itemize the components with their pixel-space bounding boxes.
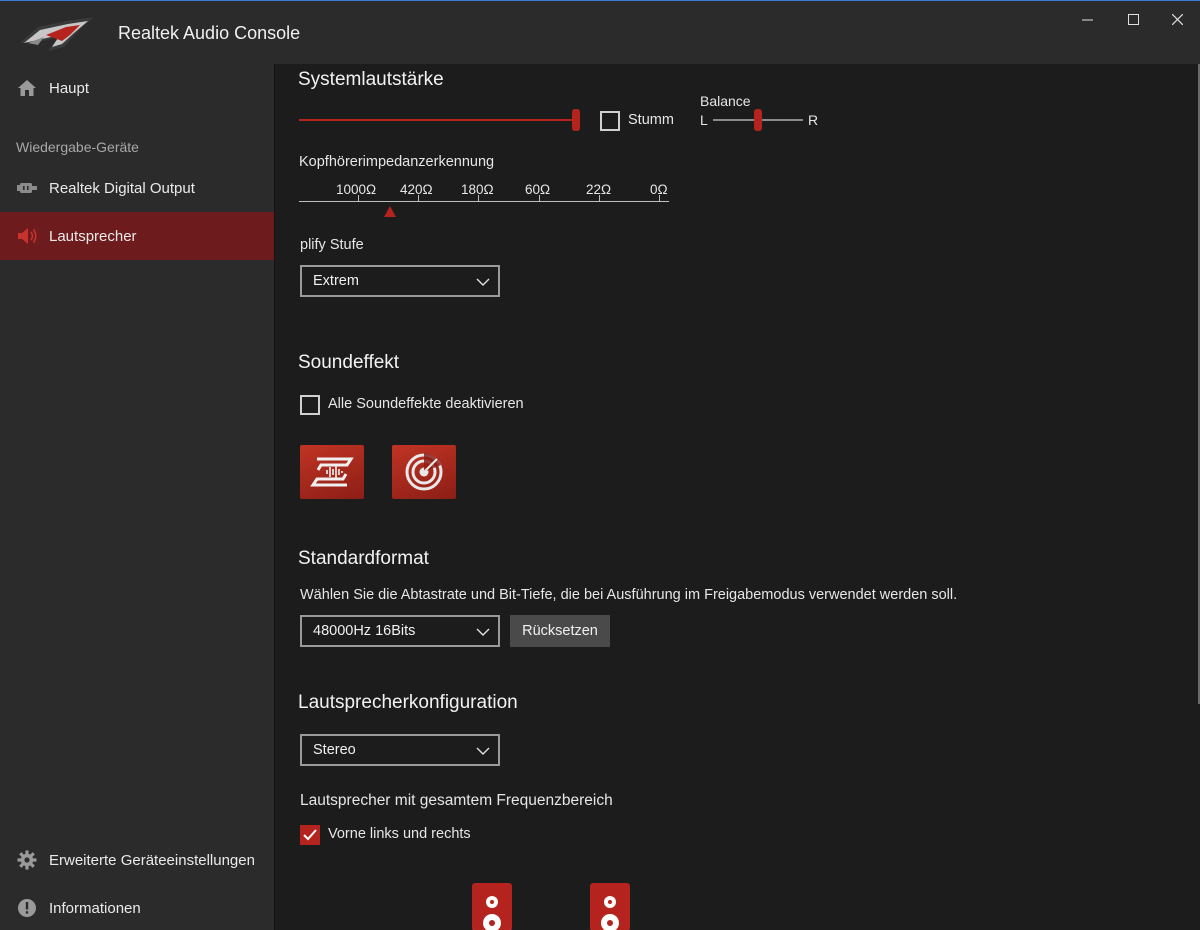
impedance-tick (659, 195, 660, 202)
impedance-tick (358, 195, 359, 202)
minimize-icon (1081, 19, 1093, 20)
balance-slider-thumb[interactable] (754, 109, 762, 131)
balance-right-label: R (808, 112, 819, 128)
sonic-radar-button[interactable] (392, 445, 456, 499)
impedance-ruler (299, 201, 669, 202)
home-icon (16, 77, 38, 99)
impedance-tick (599, 195, 600, 202)
impedance-marker-icon (384, 206, 396, 217)
volume-slider[interactable] (299, 119, 577, 121)
section-heading-playback-devices: Wiedergabe-Geräte (16, 139, 139, 155)
reset-button[interactable]: Rücksetzen (510, 615, 610, 647)
sidebar-item-speaker[interactable]: Lautsprecher (0, 212, 274, 260)
loudspeaker-icon (601, 896, 619, 930)
info-icon (16, 897, 38, 919)
close-button[interactable] (1154, 5, 1200, 33)
loudspeaker-icon (483, 896, 501, 930)
gear-icon (16, 849, 38, 871)
sidebar-item-label: Erweiterte Geräteeinstellungen (49, 851, 255, 869)
chevron-down-icon (476, 278, 490, 286)
minimize-button[interactable] (1064, 5, 1110, 33)
sidebar: Haupt Wiedergabe-Geräte Realtek Digital … (0, 64, 274, 930)
volume-heading: Systemlautstärke (298, 69, 444, 90)
amplify-label: plify Stufe (300, 237, 364, 253)
impedance-tick-label: 420Ω (400, 182, 433, 197)
sonic-studio-icon (310, 457, 354, 487)
disable-effects-checkbox[interactable] (300, 395, 320, 415)
mute-checkbox[interactable] (600, 111, 620, 131)
format-dropdown-value: 48000Hz 16Bits (313, 623, 416, 639)
speaker-config-dropdown[interactable]: Stereo (300, 734, 500, 766)
mute-label: Stumm (628, 112, 674, 128)
speaker-config-dropdown-value: Stereo (313, 742, 356, 758)
sidebar-item-label: Haupt (49, 79, 90, 97)
impedance-tick-label: 60Ω (525, 182, 551, 197)
format-dropdown[interactable]: 48000Hz 16Bits (300, 615, 500, 647)
sidebar-item-advanced-settings[interactable]: Erweiterte Geräteeinstellungen (0, 836, 274, 884)
impedance-tick (539, 195, 540, 202)
volume-slider-thumb[interactable] (572, 109, 580, 131)
sidebar-item-home[interactable]: Haupt (0, 64, 274, 112)
sonic-radar-icon (405, 453, 443, 491)
format-description: Wählen Sie die Abtastrate und Bit-Tiefe,… (300, 587, 958, 603)
impedance-tick (478, 195, 479, 202)
close-icon (1171, 13, 1183, 25)
front-left-right-label: Vorne links und rechts (328, 826, 471, 842)
balance-label: Balance (700, 93, 751, 109)
speaker-config-heading: Lautsprecherkonfiguration (298, 692, 518, 713)
speaker-front-left[interactable] (472, 883, 512, 930)
chevron-down-icon (476, 628, 490, 636)
impedance-label: Kopfhörerimpedanzerkennung (299, 154, 495, 170)
checkmark-icon (303, 829, 317, 841)
maximize-button[interactable] (1110, 5, 1156, 33)
front-left-right-checkbox[interactable] (300, 825, 320, 845)
digital-output-icon (16, 177, 38, 199)
speaker-front-right[interactable] (590, 883, 630, 930)
maximize-icon (1127, 13, 1139, 25)
sonic-studio-button[interactable] (300, 445, 364, 499)
rog-logo-icon (18, 13, 96, 55)
disable-effects-label: Alle Soundeffekte deaktivieren (328, 396, 524, 412)
amplify-dropdown-value: Extrem (313, 273, 359, 289)
window-title: Realtek Audio Console (118, 23, 301, 43)
sidebar-item-label: Informationen (49, 899, 141, 917)
impedance-tick (418, 195, 419, 202)
main-panel: Systemlautstärke Stumm Balance L R Kopfh… (274, 64, 1200, 930)
impedance-tick-label: 1000Ω (336, 182, 377, 197)
sidebar-item-information[interactable]: Informationen (0, 884, 274, 930)
chevron-down-icon (476, 747, 490, 755)
sidebar-item-digital-output[interactable]: Realtek Digital Output (0, 164, 274, 212)
balance-left-label: L (700, 112, 708, 128)
title-bar: Realtek Audio Console (0, 0, 1200, 64)
amplify-dropdown[interactable]: Extrem (300, 265, 500, 297)
sidebar-item-label: Realtek Digital Output (49, 179, 195, 197)
format-heading: Standardformat (298, 548, 429, 569)
fullrange-label: Lautsprecher mit gesamtem Frequenzbereic… (300, 792, 613, 809)
speaker-icon (16, 225, 38, 247)
soundeffect-heading: Soundeffekt (298, 352, 400, 373)
sidebar-item-label: Lautsprecher (49, 227, 137, 245)
